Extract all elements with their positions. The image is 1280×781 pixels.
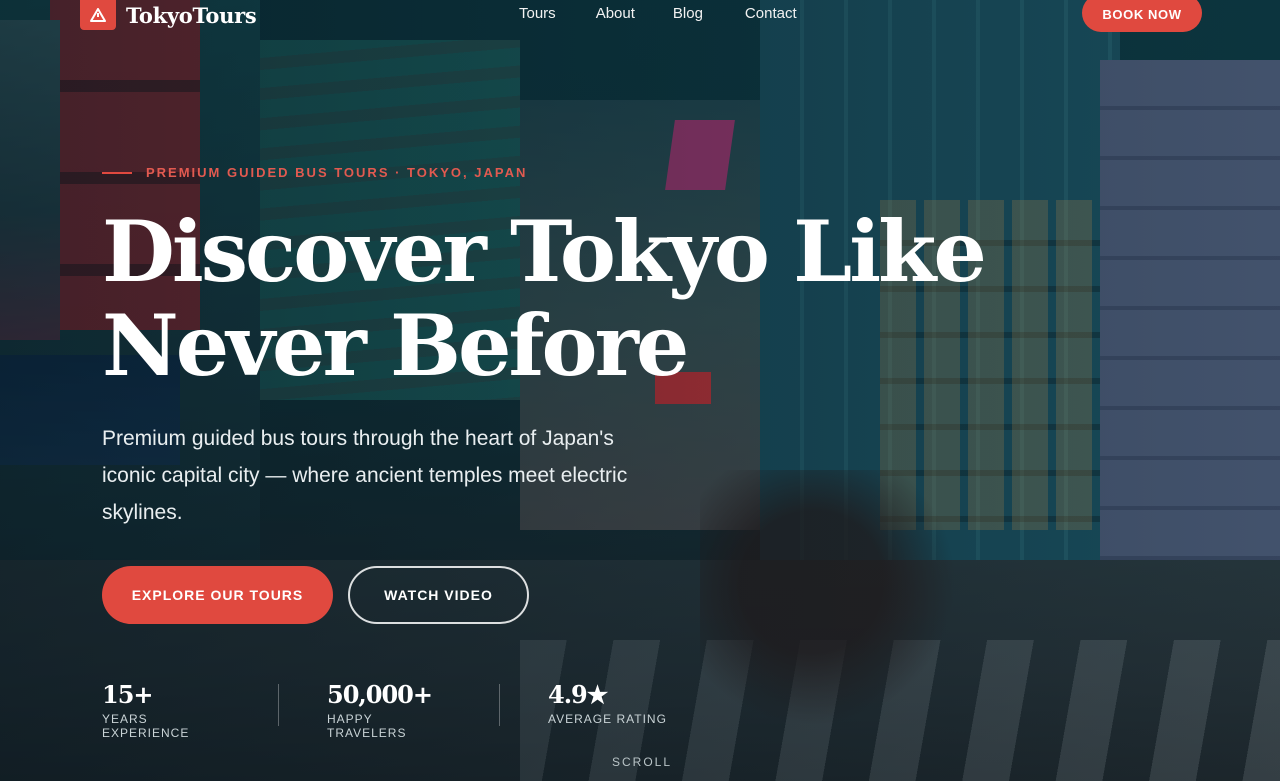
stat-divider	[278, 684, 279, 726]
nav-about-link[interactable]: About	[596, 4, 635, 24]
stat-divider	[499, 684, 500, 726]
main-nav: Tours About Blog Contact	[519, 4, 837, 24]
stat-label: YEARS EXPERIENCE	[102, 712, 190, 740]
stat-label: HAPPY TRAVELERS	[327, 712, 407, 740]
brand-logo[interactable]: TokyoTours	[80, 0, 257, 30]
stat-value: 15+	[102, 680, 154, 709]
headline-line-1: Discover Tokyo Like	[102, 202, 987, 301]
stat-experience: 15+ YEARS EXPERIENCE	[102, 680, 230, 740]
nav-contact-link[interactable]: Contact	[745, 4, 797, 24]
stats-bar: 15+ YEARS EXPERIENCE 50,000+ HAPPY TRAVE…	[102, 680, 667, 740]
stat-travelers: 50,000+ HAPPY TRAVELERS	[327, 680, 451, 740]
eyebrow-divider	[102, 171, 132, 174]
book-now-button[interactable]: BOOK NOW	[1082, 0, 1202, 32]
nav-tours-link[interactable]: Tours	[519, 4, 556, 24]
eyebrow-text: PREMIUM GUIDED BUS TOURS · TOKYO, JAPAN	[146, 165, 528, 180]
stat-rating: 4.9★ AVERAGE RATING	[548, 680, 667, 740]
watch-video-button[interactable]: WATCH VIDEO	[348, 566, 529, 624]
stat-value: 4.9★	[548, 680, 608, 709]
brand-name: TokyoTours	[126, 2, 257, 28]
headline-line-2: Never Before	[102, 296, 689, 395]
stat-label: AVERAGE RATING	[548, 712, 667, 726]
hero-headline: Discover Tokyo Like Never Before	[102, 202, 987, 395]
hero-subtitle: Premium guided bus tours through the hea…	[102, 427, 628, 524]
warning-triangle-icon	[80, 0, 116, 30]
stat-value: 50,000+	[327, 680, 433, 709]
hero-eyebrow: PREMIUM GUIDED BUS TOURS · TOKYO, JAPAN	[102, 165, 527, 180]
nav-blog-link[interactable]: Blog	[673, 4, 703, 24]
explore-tours-button[interactable]: EXPLORE OUR TOURS	[102, 566, 333, 624]
scroll-indicator[interactable]: SCROLL	[612, 755, 672, 769]
